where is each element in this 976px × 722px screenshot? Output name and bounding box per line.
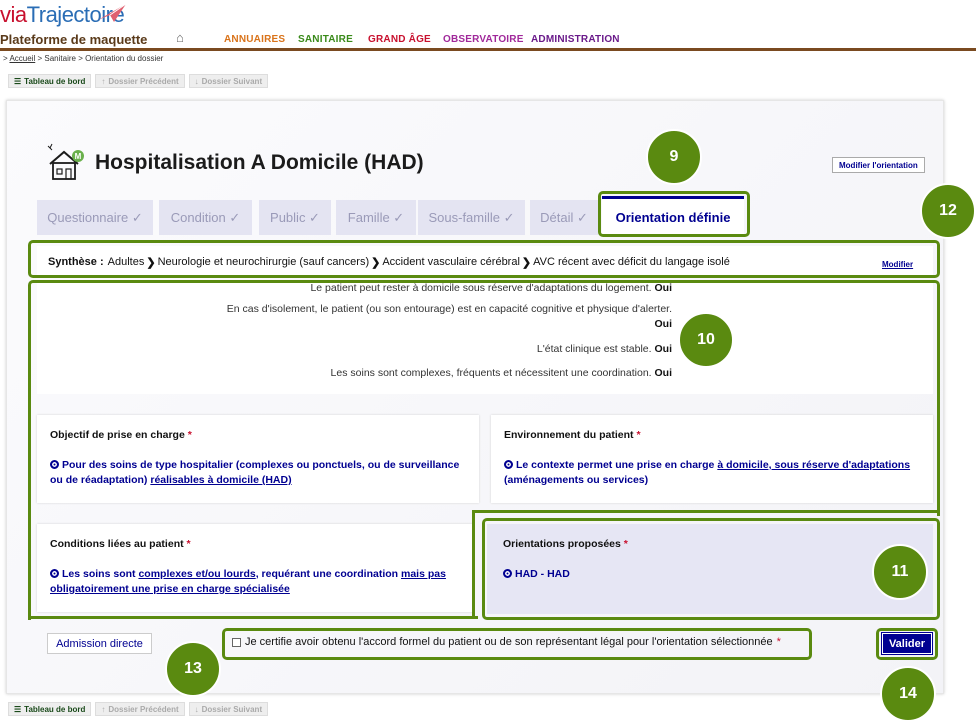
prev-file-button[interactable]: ↑ Dossier Précédent: [95, 74, 185, 88]
annotation-badge-9: 9: [646, 129, 702, 185]
highlight-10-bottom: [28, 616, 478, 619]
annotation-badge-10: 10: [678, 312, 734, 368]
arrow-up-icon: ↑: [101, 704, 106, 714]
annotation-badge-14: 14: [880, 666, 936, 722]
breadcrumb-home-link[interactable]: Accueil: [9, 54, 35, 63]
header-divider: [0, 48, 976, 51]
admission-directe-button[interactable]: Admission directe: [47, 633, 152, 654]
plane-icon: [98, 3, 127, 22]
home-icon[interactable]: ⌂: [176, 30, 184, 45]
prev-file-button[interactable]: ↑ Dossier Précédent: [95, 702, 185, 716]
tab-famille[interactable]: Famille ✓: [336, 200, 416, 235]
home-hospital-icon: M: [47, 143, 84, 180]
nav-observatoire[interactable]: OBSERVATOIRE: [443, 34, 524, 45]
app-title: Plateforme de maquette: [0, 32, 148, 47]
conditions-label: Conditions liées au patient *: [50, 538, 191, 550]
list-icon: ☰: [14, 76, 22, 86]
nav-annuaires[interactable]: ANNUAIRES: [224, 34, 285, 45]
next-file-button[interactable]: ↓ Dossier Suivant: [188, 702, 269, 716]
highlight-10-step: [472, 510, 940, 513]
annotation-badge-11: 11: [872, 544, 928, 600]
dashboard-button[interactable]: ☰ Tableau de bord: [8, 702, 92, 716]
radio-selected-icon[interactable]: [50, 569, 59, 578]
highlight-12: [28, 240, 940, 278]
tab-condition[interactable]: Condition ✓: [159, 200, 252, 235]
modify-orientation-button[interactable]: Modifier l'orientation: [832, 157, 925, 173]
highlight-10-left: [28, 510, 31, 620]
highlight-10: [28, 280, 940, 516]
highlight-13: [222, 628, 812, 660]
tab-sous-famille[interactable]: Sous-famille ✓: [418, 200, 525, 235]
arrow-down-icon: ↓: [194, 704, 199, 714]
nav-sanitaire[interactable]: SANITAIRE: [298, 34, 353, 45]
svg-text:M: M: [75, 152, 82, 161]
arrow-down-icon: ↓: [194, 76, 199, 86]
nav-grand-age[interactable]: GRAND ÂGE: [368, 34, 431, 45]
annotation-badge-13: 13: [165, 641, 221, 697]
toolbar-top: ☰ Tableau de bord ↑ Dossier Précédent ↓ Dos…: [8, 74, 269, 88]
arrow-up-icon: ↑: [101, 76, 106, 86]
list-icon: ☰: [14, 704, 22, 714]
conditions-box: Conditions liées au patient * Les soins …: [37, 524, 473, 612]
next-file-button[interactable]: ↓ Dossier Suivant: [188, 74, 269, 88]
highlight-9: [598, 191, 750, 237]
nav-administration[interactable]: ADMINISTRATION: [531, 34, 620, 45]
conditions-option[interactable]: Les soins sont complexes et/ou lourds, r…: [50, 567, 460, 597]
highlight-10-right: [472, 510, 475, 619]
toolbar-bottom: ☰ Tableau de bord ↑ Dossier Précédent ↓ Dos…: [8, 702, 269, 716]
annotation-badge-12: 12: [920, 183, 976, 239]
page-title: Hospitalisation A Domicile (HAD): [95, 151, 424, 174]
tab-questionnaire[interactable]: Questionnaire ✓: [37, 200, 153, 235]
dashboard-button[interactable]: ☰ Tableau de bord: [8, 74, 92, 88]
tab-detail[interactable]: Détail ✓: [530, 200, 598, 235]
highlight-14: [876, 628, 938, 660]
tab-public[interactable]: Public ✓: [259, 200, 331, 235]
breadcrumb: > Accueil > Sanitaire > Orientation du d…: [3, 54, 164, 63]
